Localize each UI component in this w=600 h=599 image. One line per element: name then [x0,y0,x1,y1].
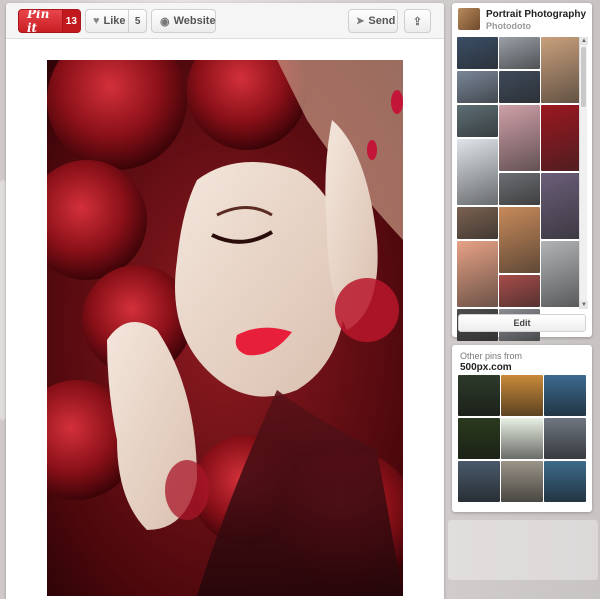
other-pin-thumbnail[interactable] [501,418,543,459]
like-label: Like [103,15,126,27]
board-pin-thumbnail[interactable] [499,105,540,171]
board-pin-thumbnail[interactable] [457,71,498,103]
scroll-thumb[interactable] [581,47,586,107]
other-pins-grid [458,375,586,502]
other-pin-thumbnail[interactable] [501,461,543,502]
board-title[interactable]: Portrait Photography [486,9,586,20]
board-pin-thumbnail[interactable] [541,105,582,171]
other-pin-thumbnail[interactable] [544,418,586,459]
board-pin-thumbnail[interactable] [499,37,540,69]
share-button[interactable]: ⇪ [404,9,431,33]
board-header[interactable]: Portrait Photography Photodoto [458,8,586,32]
board-owner[interactable]: Photodoto [486,21,531,31]
pin-photo[interactable] [47,60,403,596]
pin-it-button[interactable]: Pin it 13 [18,9,81,33]
board-pin-thumbnail[interactable] [457,105,498,137]
board-pin-thumbnail[interactable] [499,173,540,205]
scroll-down-icon[interactable]: ▼ [580,301,588,309]
edit-board-button[interactable]: Edit [458,314,586,332]
other-pin-thumbnail[interactable] [458,418,500,459]
board-thumbnail[interactable] [458,8,480,30]
portrait-photo-image [47,60,403,596]
globe-icon: ◉ [160,15,170,28]
other-pins-source[interactable]: 500px.com [460,362,512,373]
board-pin-thumbnail[interactable] [457,207,498,239]
board-panel: Portrait Photography Photodoto ▲ ▼ Edit [452,3,592,341]
pin-count: 13 [61,10,80,32]
other-pin-thumbnail[interactable] [458,461,500,502]
board-pin-thumbnail[interactable] [541,173,582,239]
scroll-up-icon[interactable]: ▲ [580,37,588,45]
board-pin-thumbnail[interactable] [457,37,498,69]
other-pins-title: Other pins from [460,351,523,361]
share-icon: ⇪ [412,15,423,28]
pin-panel: Pin it 13 ♥ Like 5 ◉ Website ➤ Send ⇪ [6,3,444,599]
board-pin-thumbnail[interactable] [457,241,498,307]
other-pin-thumbnail[interactable] [458,375,500,416]
like-count: 5 [134,15,141,27]
send-icon: ➤ [356,15,365,27]
like-button[interactable]: ♥ Like 5 [85,9,147,33]
other-pin-thumbnail[interactable] [544,461,586,502]
board-pin-grid [457,37,582,341]
website-label: Website [173,15,216,27]
other-pins-panel: Other pins from 500px.com [452,345,592,512]
website-button[interactable]: ◉ Website [151,9,216,33]
board-pin-thumbnail[interactable] [541,241,582,307]
backdrop-block [448,520,598,580]
heart-icon: ♥ [93,15,100,27]
other-pin-thumbnail[interactable] [501,375,543,416]
pin-it-label: Pin it [27,9,50,33]
board-scrollbar[interactable]: ▲ ▼ [579,37,588,309]
other-pin-thumbnail[interactable] [544,375,586,416]
board-pin-thumbnail[interactable] [499,207,540,273]
pin-toolbar: Pin it 13 ♥ Like 5 ◉ Website ➤ Send ⇪ [6,3,444,39]
board-pin-thumbnail[interactable] [499,71,540,103]
board-pin-thumbnail[interactable] [457,139,498,205]
board-pin-thumbnail[interactable] [499,275,540,307]
board-pin-thumbnail[interactable] [541,37,582,103]
like-main[interactable]: ♥ Like [86,10,130,32]
send-button[interactable]: ➤ Send [348,9,398,33]
send-label: Send [368,15,396,27]
